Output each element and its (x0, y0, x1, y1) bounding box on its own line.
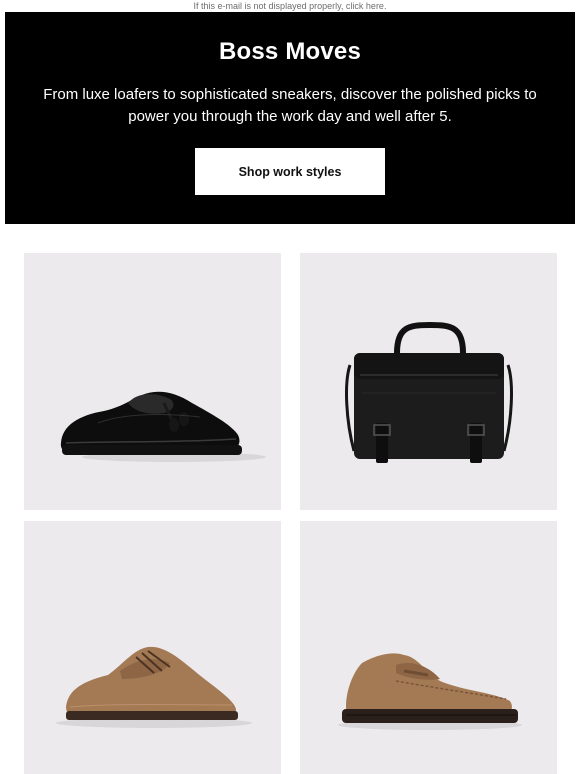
preheader[interactable]: If this e-mail is not displayed properly… (0, 0, 580, 12)
black-tassel-loafer-image (60, 391, 266, 462)
product-tile-suede-derby[interactable] (24, 521, 281, 774)
black-messenger-bag-image (345, 321, 513, 463)
tan-suede-derby-shoe-image (56, 646, 252, 728)
tan-suede-penny-loafer-image (338, 653, 522, 730)
view-in-browser-link[interactable]: If this e-mail is not displayed properly… (194, 1, 387, 11)
product-tile-tassel-loafer[interactable] (24, 253, 281, 510)
hero-title: Boss Moves (218, 38, 362, 65)
hero-banner: Boss Moves From luxe loafers to sophisti… (5, 12, 575, 224)
product-tile-penny-loafer[interactable] (300, 521, 557, 774)
shop-work-styles-button[interactable]: Shop work styles (195, 148, 385, 195)
hero-description: From luxe loafers to sophisticated sneak… (43, 86, 537, 125)
product-tile-messenger-bag[interactable] (300, 253, 557, 510)
